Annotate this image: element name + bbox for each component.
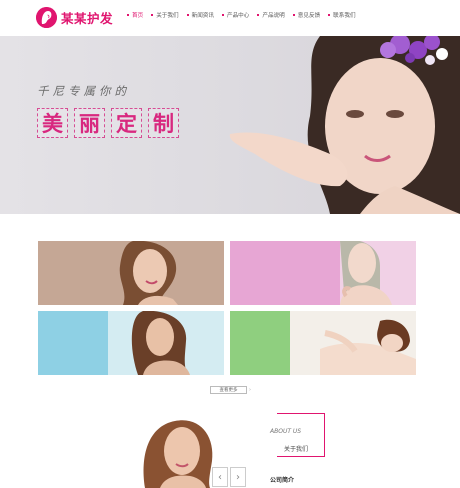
nav-item-contact[interactable]: 联系我们 (328, 10, 356, 19)
nav-item-label: 联系我们 (333, 12, 356, 19)
slogan-char: 制 (148, 108, 179, 138)
nav-item-label: 新闻资讯 (191, 12, 214, 19)
logo[interactable]: 某某护发 (36, 7, 113, 28)
nav-bullet (186, 13, 189, 16)
nav-item-home[interactable]: 首页 (127, 10, 143, 19)
about-heading-en: ABOUT US (270, 428, 304, 435)
about-heading-cn[interactable]: 关于我们 (284, 444, 308, 453)
portrait-image (230, 241, 416, 305)
gallery-image-3[interactable] (38, 311, 224, 375)
banner-slogan: 美 丽 定 制 (37, 108, 185, 138)
arrow-right-icon[interactable]: › (249, 386, 251, 394)
gallery-image-4[interactable] (230, 311, 416, 375)
nav-item-label: 产品说明 (262, 12, 285, 19)
portrait-image (38, 311, 224, 375)
nav-bullet (292, 13, 295, 16)
nav-item-label: 关于我们 (156, 12, 179, 19)
nav-item-label: 首页 (132, 12, 144, 19)
portrait-image (38, 241, 224, 305)
banner-slogan-small: 千尼专属你的 (37, 84, 130, 98)
nav-item-product-info[interactable]: 产品说明 (257, 10, 285, 19)
nav-item-news[interactable]: 新闻资讯 (186, 10, 214, 19)
nav-bullet (221, 13, 224, 16)
nav-item-about[interactable]: 关于我们 (151, 10, 179, 19)
chevron-left-icon[interactable]: ‹ (212, 467, 228, 487)
portrait-image (230, 311, 416, 375)
brand-name: 某某护发 (61, 11, 114, 26)
woman-silhouette-icon (36, 7, 57, 28)
nav-bullet (328, 13, 331, 16)
slogan-char: 美 (37, 108, 68, 138)
view-more-button[interactable]: 查看更多 (210, 386, 247, 394)
company-intro-label: 公司简介 (270, 477, 295, 484)
main-nav: 首页 关于我们 新闻资讯 产品中心 产品说明 意见反馈 联系我们 (127, 10, 364, 19)
gallery-image-2[interactable] (230, 241, 416, 305)
gallery-image-1[interactable] (38, 241, 224, 305)
slogan-char: 丽 (74, 108, 105, 138)
chevron-right-icon[interactable]: › (230, 467, 246, 487)
slogan-char: 定 (111, 108, 142, 138)
nav-item-products[interactable]: 产品中心 (221, 10, 250, 19)
nav-item-label: 意见反馈 (297, 12, 321, 19)
nav-item-feedback[interactable]: 意见反馈 (292, 10, 321, 19)
site-header: 某某护发 首页 关于我们 新闻资讯 产品中心 产品说明 意见反馈 联系我们 (0, 0, 460, 36)
nav-bullet (257, 13, 260, 16)
nav-bullet (151, 13, 154, 16)
nav-bullet (127, 13, 129, 16)
nav-item-label: 产品中心 (226, 12, 250, 19)
hero-banner[interactable]: 千尼专属你的 美 丽 定 制 (0, 36, 460, 214)
